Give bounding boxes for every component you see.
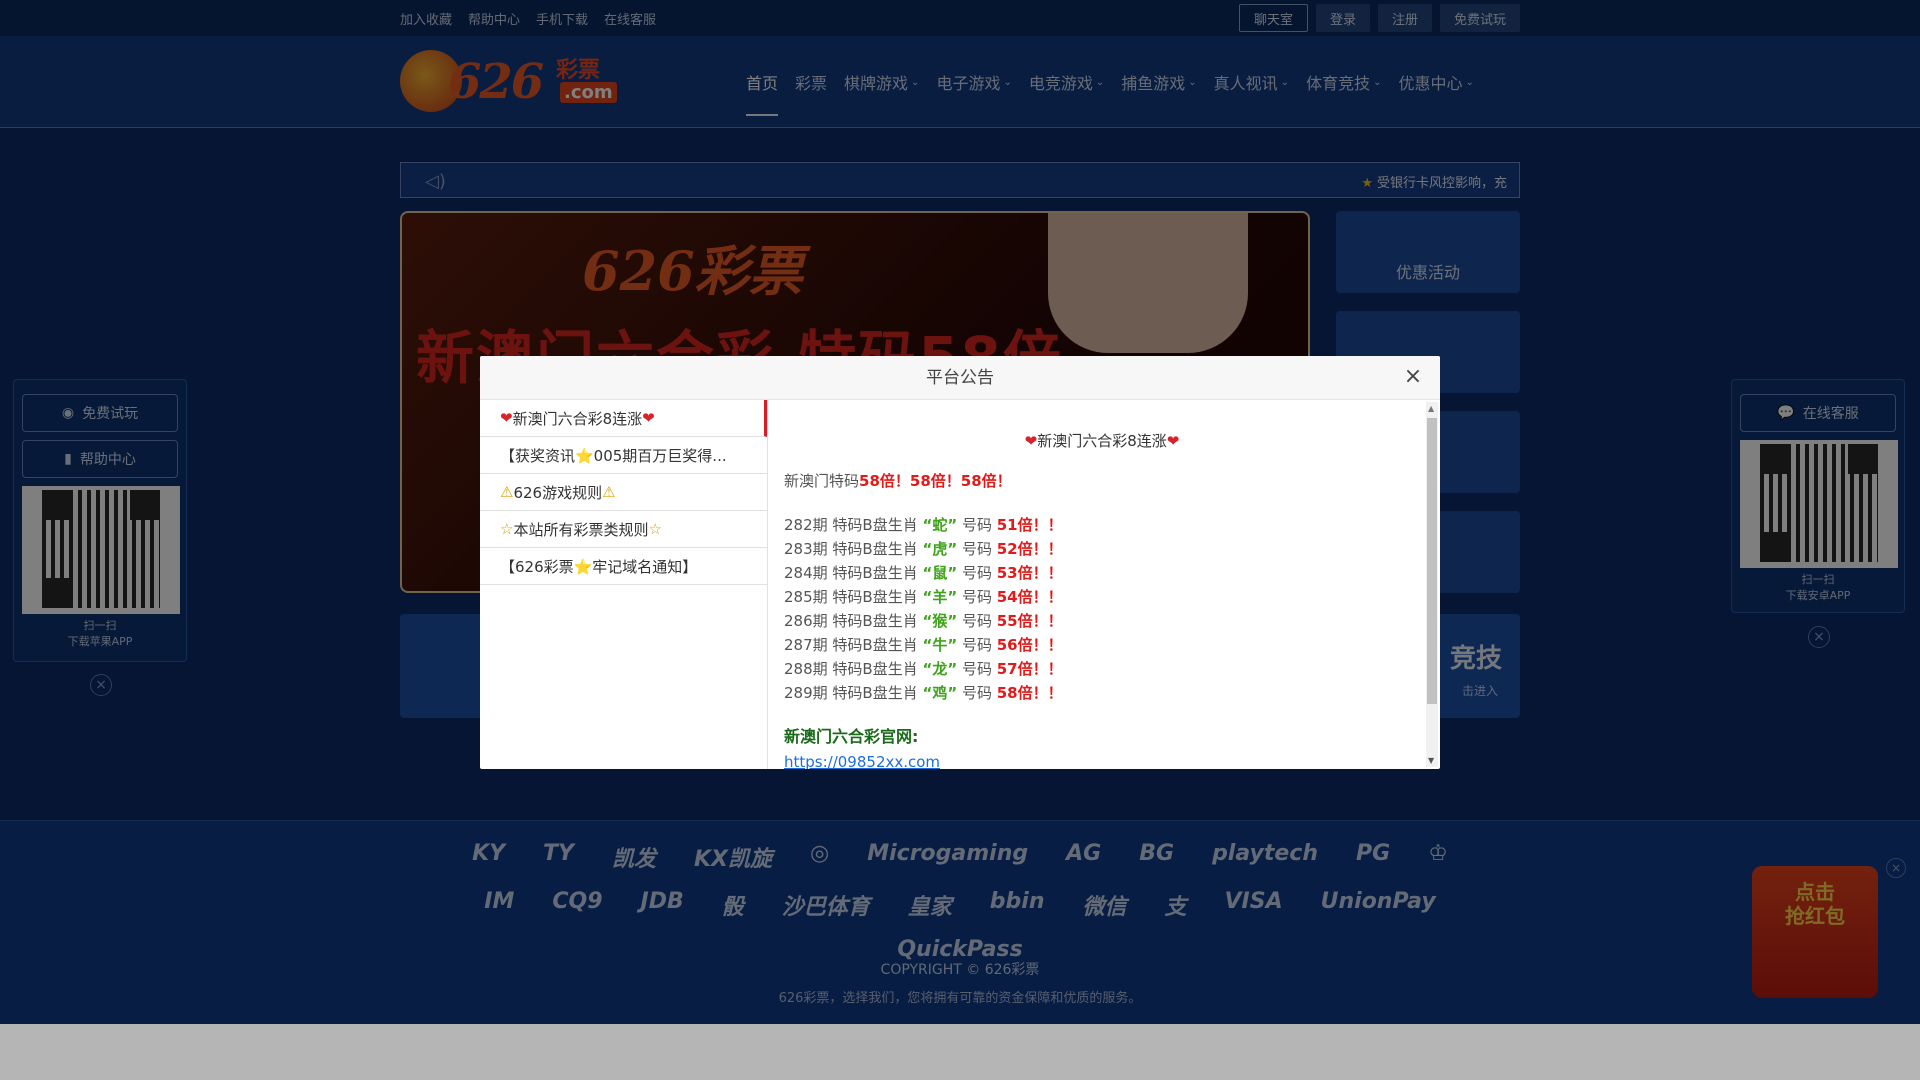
announcement-modal: 平台公告 × ❤ 新澳门六合彩8连涨 ❤ 【获奖资讯⭐005期百万巨奖得... ⚠ 626… bbox=[480, 356, 1440, 769]
row-zodiac: 猴 bbox=[932, 612, 948, 630]
row-period: 285期 bbox=[784, 588, 828, 606]
row-period: 283期 bbox=[784, 540, 828, 558]
row-zodiac: 鼠 bbox=[932, 564, 948, 582]
intro-text: 新澳门特码 bbox=[784, 472, 860, 490]
result-row: 287期 特码B盘生肖 “牛” 号码 56倍！！ bbox=[784, 636, 1063, 654]
row-label: 特码B盘生肖 bbox=[827, 684, 923, 702]
row-multiplier: 58倍！！ bbox=[996, 684, 1063, 702]
tab-label: 新澳门六合彩8连涨 bbox=[512, 409, 643, 428]
tab-label: 【626彩票⭐牢记域名通知】 bbox=[500, 557, 698, 576]
row-label: 特码B盘生肖 bbox=[827, 516, 923, 534]
row-period: 286期 bbox=[784, 612, 828, 630]
modal-title: 平台公告 bbox=[926, 368, 994, 388]
result-row: 286期 特码B盘生肖 “猴” 号码 55倍！！ bbox=[784, 612, 1063, 630]
warn-icon: ⚠ bbox=[500, 483, 514, 501]
intro-highlight: 58倍！58倍！58倍！ bbox=[859, 472, 1012, 490]
result-row: 289期 特码B盘生肖 “鸡” 号码 58倍！！ bbox=[784, 684, 1063, 702]
row-multiplier: 52倍！！ bbox=[996, 540, 1063, 558]
row-multiplier: 56倍！！ bbox=[996, 636, 1063, 654]
row-multiplier: 55倍！！ bbox=[996, 612, 1063, 630]
tab-label: 626游戏规则 bbox=[513, 483, 603, 502]
row-period: 288期 bbox=[784, 660, 828, 678]
row-number-label: 号码 bbox=[957, 684, 997, 702]
row-label: 特码B盘生肖 bbox=[827, 588, 923, 606]
row-label: 特码B盘生肖 bbox=[827, 564, 923, 582]
official-site-label: 新澳门六合彩官网: bbox=[784, 727, 919, 746]
heart-icon: ❤ bbox=[500, 409, 513, 427]
row-zodiac: 龙 bbox=[932, 660, 948, 678]
row-zodiac: 虎 bbox=[932, 540, 948, 558]
row-label: 特码B盘生肖 bbox=[827, 636, 923, 654]
row-multiplier: 51倍！！ bbox=[996, 516, 1063, 534]
result-row: 284期 特码B盘生肖 “鼠” 号码 53倍！！ bbox=[784, 564, 1063, 582]
row-zodiac: 羊 bbox=[932, 588, 948, 606]
row-multiplier: 53倍！！ bbox=[996, 564, 1063, 582]
row-zodiac: 鸡 bbox=[932, 684, 948, 702]
close-icon[interactable]: × bbox=[1402, 366, 1424, 389]
row-period: 287期 bbox=[784, 636, 828, 654]
announcement-tab[interactable]: ❤ 新澳门六合彩8连涨 ❤ bbox=[480, 400, 767, 437]
row-number-label: 号码 bbox=[957, 540, 997, 558]
row-label: 特码B盘生肖 bbox=[827, 660, 923, 678]
row-label: 特码B盘生肖 bbox=[827, 540, 923, 558]
announcement-content[interactable]: ❤新澳门六合彩8连涨❤ 新澳门特码58倍！58倍！58倍！ 282期 特码B盘生… bbox=[768, 400, 1440, 769]
announcement-tab-list: ❤ 新澳门六合彩8连涨 ❤ 【获奖资讯⭐005期百万巨奖得... ⚠ 626游戏规则 ⚠ ☆ 本… bbox=[480, 400, 768, 769]
announcement-tab[interactable]: ⚠ 626游戏规则 ⚠ bbox=[480, 474, 767, 511]
row-multiplier: 57倍！！ bbox=[996, 660, 1063, 678]
content-scrollbar[interactable]: ▲ ▼ bbox=[1426, 402, 1438, 767]
result-row: 285期 特码B盘生肖 “羊” 号码 54倍！！ bbox=[784, 588, 1063, 606]
row-label: 特码B盘生肖 bbox=[827, 612, 923, 630]
row-number-label: 号码 bbox=[957, 612, 997, 630]
announcement-tab[interactable]: ☆ 本站所有彩票类规则 ☆ bbox=[480, 511, 767, 548]
heart-icon: ❤ bbox=[1024, 432, 1038, 450]
row-zodiac: 蛇 bbox=[932, 516, 948, 534]
row-number-label: 号码 bbox=[957, 588, 997, 606]
star-icon: ☆ bbox=[500, 520, 514, 538]
scroll-up-icon[interactable]: ▲ bbox=[1428, 404, 1434, 413]
row-period: 282期 bbox=[784, 516, 828, 534]
content-intro: 新澳门特码58倍！58倍！58倍！ bbox=[784, 469, 1420, 493]
scroll-down-icon[interactable]: ▼ bbox=[1428, 756, 1434, 765]
scroll-thumb[interactable] bbox=[1427, 418, 1437, 704]
row-zodiac: 牛 bbox=[932, 636, 948, 654]
row-period: 284期 bbox=[784, 564, 828, 582]
modal-header: 平台公告 × bbox=[480, 356, 1440, 400]
result-row: 282期 特码B盘生肖 “蛇” 号码 51倍！！ bbox=[784, 516, 1063, 534]
page-bottom-area bbox=[0, 1024, 1920, 1080]
row-number-label: 号码 bbox=[957, 516, 997, 534]
content-title: ❤新澳门六合彩8连涨❤ bbox=[784, 430, 1420, 451]
content-title-text: 新澳门六合彩8连涨 bbox=[1037, 432, 1167, 450]
heart-icon: ❤ bbox=[642, 409, 655, 427]
row-number-label: 号码 bbox=[957, 564, 997, 582]
announcement-tab[interactable]: 【626彩票⭐牢记域名通知】 bbox=[480, 548, 767, 585]
result-row: 288期 特码B盘生肖 “龙” 号码 57倍！！ bbox=[784, 660, 1063, 678]
star-icon: ☆ bbox=[648, 520, 662, 538]
row-period: 289期 bbox=[784, 684, 828, 702]
tab-label: 【获奖资讯⭐005期百万巨奖得... bbox=[500, 446, 727, 465]
row-number-label: 号码 bbox=[957, 636, 997, 654]
result-row: 283期 特码B盘生肖 “虎” 号码 52倍！！ bbox=[784, 540, 1063, 558]
result-rows: 282期 特码B盘生肖 “蛇” 号码 51倍！！ 283期 特码B盘生肖 “虎” … bbox=[784, 513, 1420, 705]
heart-icon: ❤ bbox=[1166, 432, 1180, 450]
official-site-link[interactable]: https://09852xx.com bbox=[784, 753, 1420, 769]
row-multiplier: 54倍！！ bbox=[996, 588, 1063, 606]
tab-label: 本站所有彩票类规则 bbox=[513, 520, 649, 539]
announcement-tab[interactable]: 【获奖资讯⭐005期百万巨奖得... bbox=[480, 437, 767, 474]
warn-icon: ⚠ bbox=[602, 483, 616, 501]
modal-body: ❤ 新澳门六合彩8连涨 ❤ 【获奖资讯⭐005期百万巨奖得... ⚠ 626游戏规则 ⚠ ☆ 本… bbox=[480, 400, 1440, 769]
row-number-label: 号码 bbox=[957, 660, 997, 678]
